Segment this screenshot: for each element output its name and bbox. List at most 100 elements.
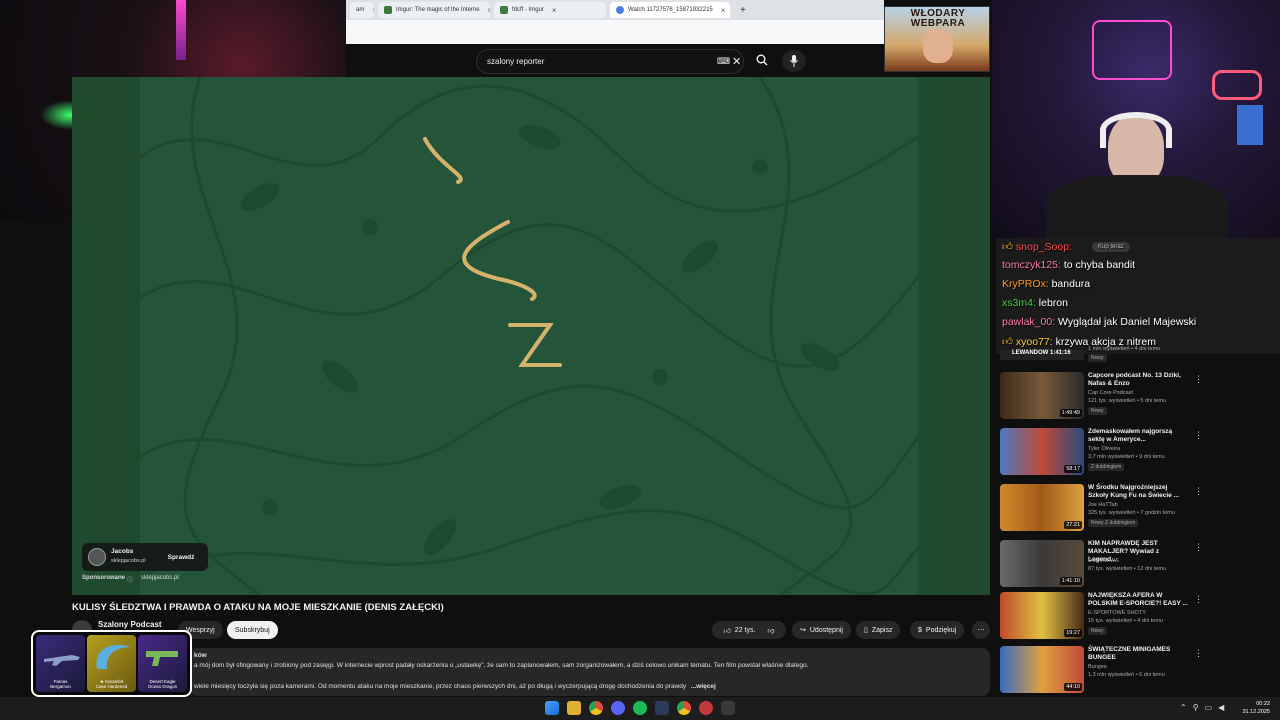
- recommendation-item[interactable]: 1:49:49 Capcore podcast No. 13 Dziki, Na…: [1000, 372, 1276, 422]
- rec-thumbnail[interactable]: 44:10: [1000, 646, 1084, 693]
- rec-badge: Nowy: [1088, 627, 1107, 635]
- sponsor-domain[interactable]: sklepjacobs.pl: [141, 575, 179, 585]
- steam-icon[interactable]: [655, 701, 669, 715]
- rec-title[interactable]: Zdemaskowałem najgorszą sektę w Ameryce.…: [1088, 428, 1188, 444]
- file-explorer-icon[interactable]: [567, 701, 581, 715]
- recommendation-item[interactable]: 1:41:10 KIM NAPRAWDĘ JEST MAKALJER? Wywi…: [1000, 540, 1276, 590]
- rec-thumbnail[interactable]: 1:41:10: [1000, 540, 1084, 587]
- rec-channel[interactable]: E-SPORTOWE SHOTY: [1088, 610, 1198, 617]
- search-query: szalony reporter: [487, 57, 545, 66]
- more-vert-icon[interactable]: ⋮: [1194, 374, 1203, 385]
- recommendation-item[interactable]: 19:27 NAJWIĘKSZA AFERA W POLSKIM E-SPORC…: [1000, 592, 1276, 642]
- more-vert-icon[interactable]: ⋮: [1194, 542, 1203, 553]
- buy-now-button[interactable]: Kup teraz: [1092, 242, 1130, 252]
- spotify-icon[interactable]: [633, 701, 647, 715]
- description-meta: ków: [194, 652, 207, 659]
- rec-thumbnail[interactable]: 27:21: [1000, 484, 1084, 531]
- rec-title[interactable]: NAJWIĘKSZA AFERA W POLSKIM E-SPORCIE?! E…: [1088, 592, 1188, 608]
- rec-meta: 1,3 mln wyświetleń • 6 dni temu: [1088, 672, 1165, 678]
- rec-thumbnail[interactable]: 1:49:49: [1000, 372, 1084, 419]
- more-vert-icon[interactable]: ⋮: [1194, 594, 1203, 605]
- show-more-link[interactable]: ...więcej: [691, 683, 716, 690]
- channel-row: Szalony Podcast Wesprzyj Subskrybuj 👍︎ 2…: [72, 620, 990, 640]
- system-tray-icons[interactable]: ⌃⚲▭◀: [1180, 703, 1230, 712]
- ad-sponsor-line: Sponsorowane ⓘ sklepjacobs.pl: [82, 575, 179, 585]
- ad-cta-button[interactable]: Sprawdź: [160, 548, 202, 566]
- browser-tab-active[interactable]: Watch 11727576_15871932215 ×: [610, 2, 730, 18]
- rifle-icon: [44, 655, 80, 666]
- rec-title[interactable]: ŚWIĄTECZNE MINIGAMES BUNGEE: [1088, 646, 1188, 662]
- rec-meta: 1 mln wyświetleń • 4 dni temu: [1088, 346, 1161, 352]
- more-vert-icon[interactable]: ⋮: [1194, 430, 1203, 441]
- like-count[interactable]: 22 tys.: [735, 627, 756, 634]
- rec-channel[interactable]: Bungee: [1088, 664, 1198, 671]
- subscribe-button[interactable]: Subskrybuj: [227, 621, 278, 639]
- recommendation-item[interactable]: LEWANDOW 1:41:16 1 mln wyświetleń • 4 dn…: [1000, 346, 1276, 364]
- recommendation-item[interactable]: 44:10 ŚWIĄTECZNE MINIGAMES BUNGEE Bungee…: [1000, 646, 1276, 696]
- channel-name[interactable]: Szalony Podcast: [98, 620, 162, 629]
- thumbs-down-icon[interactable]: 👎︎: [767, 626, 774, 635]
- thumbs-up-icon[interactable]: 👍︎: [723, 626, 730, 635]
- more-vert-icon[interactable]: ⋮: [1194, 648, 1203, 659]
- new-tab-button[interactable]: +: [734, 2, 752, 18]
- chat-username: xyoo77:: [1015, 336, 1053, 348]
- ad-card[interactable]: Jacobs sklepjacobs.pl Sprawdź: [82, 543, 208, 571]
- share-button[interactable]: ↪ Udostępnij: [792, 621, 851, 639]
- browser-tab-bar: am × Imgur: The magic of the Interne × fdc…: [346, 0, 884, 20]
- chrome-icon[interactable]: [677, 701, 691, 715]
- chat-message: pawlak_00: Wyglądał jak Daniel Majewski: [1002, 316, 1196, 328]
- rec-title[interactable]: Capcore podcast No. 13 Dziki, Nafas & En…: [1088, 372, 1188, 388]
- save-label: Zapisz: [871, 626, 893, 634]
- browser-tab[interactable]: fdcff - Imgur ×: [494, 2, 606, 18]
- recommendation-item[interactable]: 58:17 Zdemaskowałem najgorszą sektę w Am…: [1000, 428, 1276, 478]
- recommendation-item[interactable]: 27:21 W Środku Najgroźniejszej Szkoły Ku…: [1000, 484, 1276, 534]
- close-icon[interactable]: ×: [552, 6, 557, 15]
- microphone-icon[interactable]: [782, 50, 806, 72]
- rec-duration: 1:41:16: [1050, 350, 1071, 356]
- rec-channel[interactable]: Joe HaTTab: [1088, 502, 1198, 509]
- rec-meta: 325 tys. wyświetleń • 7 godzin temu: [1088, 510, 1175, 516]
- rec-thumbnail[interactable]: 19:27: [1000, 592, 1084, 639]
- close-icon[interactable]: ×: [488, 6, 490, 15]
- karambit-icon: [96, 645, 131, 669]
- sponsored-label: Sponsorowane: [82, 575, 126, 581]
- rec-channel[interactable]: DOMINEWS: [1088, 558, 1198, 565]
- floral-pattern: [139, 77, 920, 595]
- close-icon[interactable]: ×: [372, 6, 374, 15]
- streamer-webcam-right: [992, 0, 1280, 240]
- discord-icon[interactable]: [611, 701, 625, 715]
- rec-channel[interactable]: Cap Core Podcast: [1088, 390, 1198, 397]
- skin-label: ★ Karambit Case Hardened: [95, 679, 128, 689]
- browser-tab[interactable]: Imgur: The magic of the Interne ×: [378, 2, 490, 18]
- thanks-button[interactable]: $ Podziękuj: [910, 621, 965, 639]
- chat-message: tomczyk125: to chyba bandit: [1002, 259, 1135, 271]
- info-icon[interactable]: ⓘ: [127, 575, 133, 585]
- rec-thumb-partial: LEWANDOW 1:41:16: [1000, 350, 1084, 360]
- chat-username: snop_Soop:: [1015, 241, 1072, 253]
- rec-title[interactable]: W Środku Najgroźniejszej Szkoły Kung Fu …: [1088, 484, 1188, 500]
- app-icon[interactable]: [721, 701, 735, 715]
- imgur-favicon-icon: [500, 6, 508, 14]
- start-icon[interactable]: [545, 701, 559, 715]
- chat-text: to chyba bandit: [1063, 259, 1136, 271]
- search-icon[interactable]: [754, 52, 770, 68]
- browser-tab[interactable]: am ×: [350, 2, 374, 18]
- more-vert-icon[interactable]: ⋮: [1194, 486, 1203, 497]
- chrome-icon[interactable]: [589, 701, 603, 715]
- more-icon[interactable]: ⋯: [972, 621, 990, 639]
- save-button[interactable]: ▯ Zapisz: [856, 621, 901, 639]
- app-icon[interactable]: [699, 701, 713, 715]
- video-player[interactable]: [72, 77, 990, 595]
- keyboard-icon[interactable]: ⌨: [717, 56, 730, 67]
- rec-channel[interactable]: Tyler Oliveira: [1088, 446, 1198, 453]
- description-box[interactable]: ków a mój dom był sfingowany i zrobiony …: [190, 648, 990, 696]
- search-input[interactable]: szalony reporter ⌨ ✕: [476, 49, 744, 74]
- rec-thumbnail[interactable]: 58:17: [1000, 428, 1084, 475]
- close-icon[interactable]: ×: [721, 6, 726, 15]
- system-clock[interactable]: 00:22 31.12.2025: [1242, 700, 1270, 716]
- tab-label: fdcff - Imgur: [512, 7, 544, 13]
- description-line: a mój dom był sfingowany i zrobiony pod …: [194, 662, 809, 669]
- clear-icon[interactable]: ✕: [732, 55, 741, 68]
- browser-address-area[interactable]: [346, 20, 884, 44]
- thumbs-up-emoji-icon: 👍︎: [1002, 336, 1013, 348]
